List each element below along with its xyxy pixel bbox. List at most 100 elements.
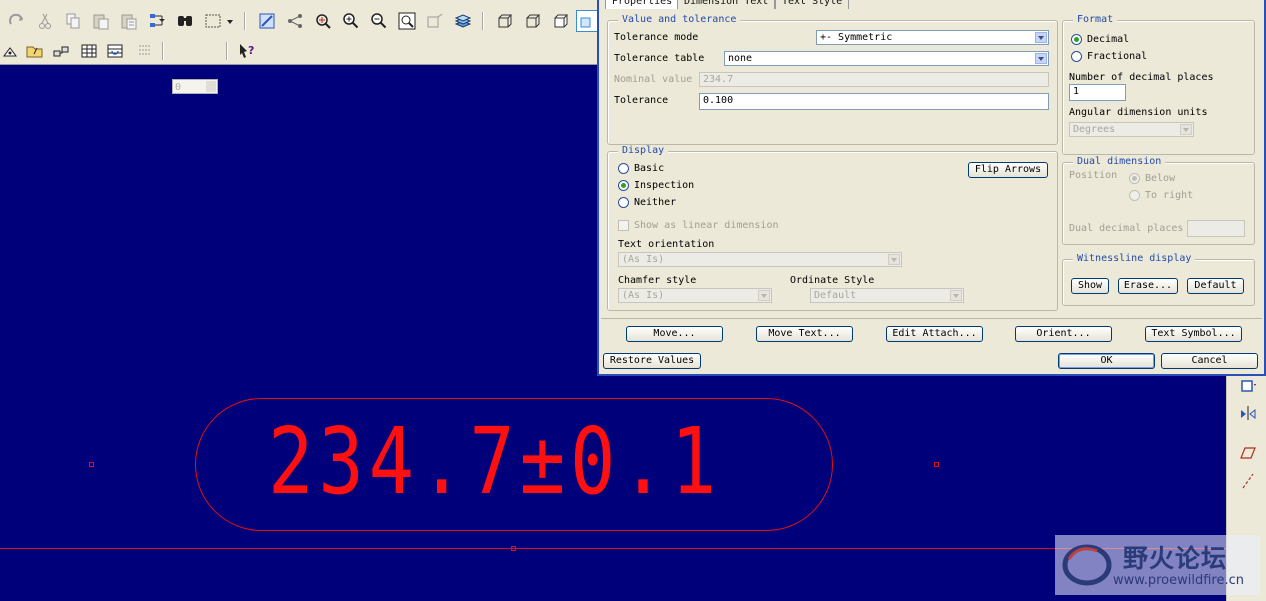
cut-icon[interactable] — [34, 10, 56, 32]
tab-properties[interactable]: Properties — [605, 0, 680, 9]
tolerance-table-select[interactable]: none — [724, 51, 1049, 66]
repaint-icon[interactable] — [256, 10, 278, 32]
to-right-label: To right — [1145, 190, 1194, 201]
inspection-label: Inspection — [634, 180, 695, 191]
forum-watermark: 野火论坛 www.proewildfire.cn — [1055, 535, 1260, 595]
copy-icon[interactable] — [62, 10, 84, 32]
table-icon[interactable] — [78, 40, 100, 62]
below-label: Below — [1145, 173, 1176, 184]
dimension-text[interactable]: 234.7±0.1 — [268, 407, 716, 517]
show-linear-checkbox — [618, 220, 629, 231]
tolerance-table-value: none — [728, 53, 753, 64]
flip-arrows-button[interactable]: Flip Arrows — [968, 162, 1048, 178]
basic-label: Basic — [634, 163, 665, 174]
drag-handle-left[interactable] — [89, 462, 94, 467]
toolbar: 0 ? — [0, 0, 598, 94]
tab-dimension-text[interactable]: Dimension Text — [677, 0, 776, 9]
view-no-hidden-icon[interactable] — [550, 10, 572, 32]
layer-combo[interactable]: 0 — [172, 79, 218, 94]
nominal-value-label: Nominal value — [614, 74, 693, 85]
paste-special-icon[interactable] — [118, 10, 140, 32]
chevron-down-icon — [1180, 124, 1192, 135]
tolerance-mode-select[interactable]: +- Symmetric — [816, 30, 1049, 45]
orient-button[interactable]: Orient... — [1015, 326, 1112, 342]
dimension-properties-dialog: Properties Dimension Text Text Style Val… — [597, 0, 1266, 376]
text-symbol-button[interactable]: Text Symbol... — [1145, 326, 1242, 342]
hierarchy-icon[interactable] — [50, 40, 72, 62]
tab-text-style[interactable]: Text Style — [775, 0, 850, 9]
erase-witness-button[interactable]: Erase... — [1118, 278, 1178, 294]
restore-values-button[interactable]: Restore Values — [603, 353, 701, 369]
decimal-places-field[interactable]: 1 — [1069, 84, 1126, 101]
format-group: Format Decimal Fractional Number of deci… — [1062, 14, 1255, 155]
watermark-url: www.proewildfire.cn — [1113, 573, 1244, 588]
ordinate-style-label: Ordinate Style — [790, 275, 875, 286]
open-folder-icon[interactable] — [24, 40, 46, 62]
tolerance-field[interactable]: 0.100 — [699, 93, 1049, 110]
tolerance-label: Tolerance — [614, 95, 669, 106]
cancel-button[interactable]: Cancel — [1161, 353, 1258, 369]
regenerate-icon[interactable] — [146, 10, 168, 32]
new-view-icon[interactable] — [1237, 376, 1259, 398]
ok-button[interactable]: OK — [1058, 353, 1155, 369]
watermark-logo-icon — [1062, 544, 1112, 586]
text-orientation-label: Text orientation — [618, 239, 715, 250]
orient-icon[interactable] — [424, 10, 446, 32]
view-hidden-icon[interactable] — [522, 10, 544, 32]
value-tolerance-group: Value and tolerance Tolerance mode +- Sy… — [607, 14, 1058, 145]
dual-position-label: Position — [1069, 170, 1118, 181]
chamfer-style-value: (As Is) — [622, 290, 665, 301]
tolerance-icon[interactable] — [134, 40, 156, 62]
display-group: Display Basic Inspection Neither Flip Ar… — [607, 145, 1058, 311]
show-witness-button[interactable]: Show — [1071, 278, 1109, 294]
triangle-icon[interactable] — [0, 40, 22, 62]
spin-center-icon[interactable] — [312, 10, 334, 32]
select-dropdown-icon[interactable] — [224, 10, 236, 32]
find-icon[interactable] — [174, 10, 196, 32]
witnessline-legend: Witnessline display — [1073, 253, 1196, 265]
plane-icon[interactable] — [1237, 442, 1259, 464]
angular-units-label: Angular dimension units — [1069, 107, 1208, 118]
ordinate-style-select: Default — [810, 288, 964, 303]
witnessline-group: Witnessline display Show Erase... Defaul… — [1062, 253, 1255, 306]
move-text-button[interactable]: Move Text... — [756, 326, 853, 342]
dual-decimal-places-label: Dual decimal places — [1069, 223, 1184, 234]
fractional-label: Fractional — [1087, 51, 1148, 62]
toolbar-row-1 — [0, 8, 598, 34]
zoom-out-icon[interactable] — [368, 10, 390, 32]
fractional-radio[interactable] — [1071, 51, 1082, 62]
datum-display-icon[interactable] — [284, 10, 306, 32]
dimension-line — [0, 548, 1226, 549]
neither-radio[interactable] — [618, 197, 629, 208]
whats-this-help-icon[interactable]: ? — [236, 40, 258, 62]
zoom-in-icon[interactable] — [340, 10, 362, 32]
paste-icon[interactable] — [90, 10, 112, 32]
axis-line-icon[interactable] — [1237, 470, 1259, 492]
basic-radio[interactable] — [618, 163, 629, 174]
decimal-label: Decimal — [1087, 34, 1130, 45]
decimal-radio[interactable] — [1071, 34, 1082, 45]
tolerance-mode-label: Tolerance mode — [614, 32, 699, 43]
default-witness-button[interactable]: Default — [1187, 278, 1244, 294]
text-orientation-select: (As Is) — [618, 252, 902, 267]
redo-icon[interactable] — [6, 10, 28, 32]
drag-handle-right[interactable] — [934, 462, 939, 467]
repeat-region-icon[interactable] — [104, 40, 126, 62]
chevron-down-icon — [950, 290, 962, 301]
move-button[interactable]: Move... — [626, 326, 723, 342]
shaded-view-icon[interactable] — [576, 10, 598, 32]
mirror-icon[interactable] — [1237, 402, 1259, 424]
edit-attach-button[interactable]: Edit Attach... — [886, 326, 983, 342]
chevron-down-icon — [1035, 32, 1047, 43]
chamfer-style-label: Chamfer style — [618, 275, 697, 286]
refit-icon[interactable] — [396, 10, 418, 32]
layers-icon[interactable] — [452, 10, 474, 32]
layer-combo-arrow — [206, 81, 216, 92]
toolbar-row-2: 0 ? — [0, 38, 598, 94]
nominal-value-field: 234.7 — [699, 72, 1049, 87]
view-iso-icon[interactable] — [494, 10, 516, 32]
inspection-radio[interactable] — [618, 180, 629, 191]
layer-value: 0 — [175, 82, 182, 93]
neither-label: Neither — [634, 197, 677, 208]
select-box-icon[interactable] — [202, 10, 224, 32]
